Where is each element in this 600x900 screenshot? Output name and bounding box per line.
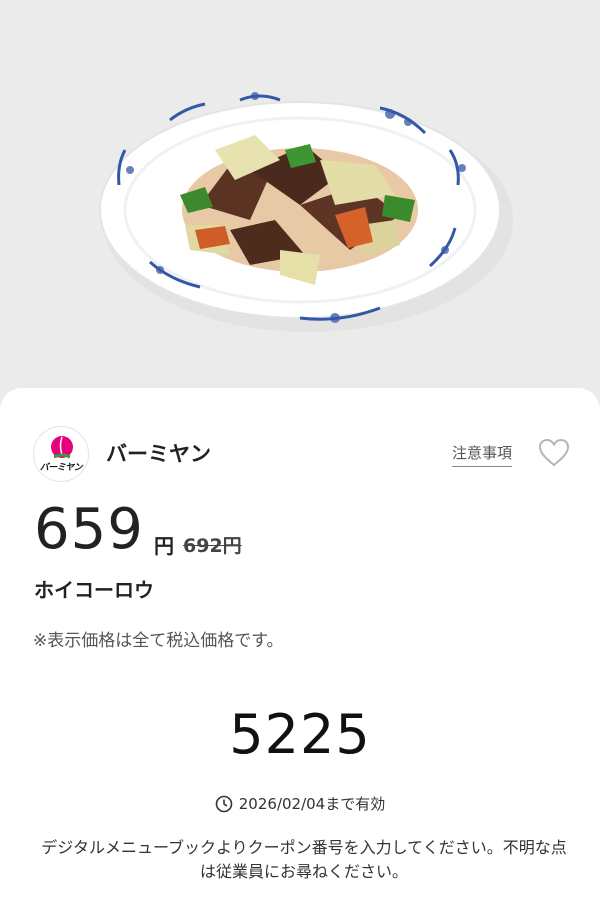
product-image bbox=[0, 0, 600, 410]
dish-photo bbox=[99, 92, 513, 332]
usage-instructions: デジタルメニューブックよりクーポン番号を入力してください。不明な点は従業員にお尋… bbox=[41, 838, 567, 881]
expiry-row: 2026/02/04まで有効 bbox=[0, 793, 600, 814]
peach-icon bbox=[51, 436, 73, 459]
tax-note: ※表示価格は全て税込価格です。 bbox=[33, 631, 284, 651]
expiry-text: 2026/02/04まで有効 bbox=[238, 795, 386, 813]
brand-logo: バーミヤン bbox=[33, 426, 89, 482]
coupon-code: 5225 bbox=[229, 703, 371, 766]
discount-price: 659 bbox=[34, 497, 144, 562]
item-name: ホイコーロウ bbox=[34, 578, 154, 602]
notes-link[interactable]: 注意事項 bbox=[452, 442, 513, 467]
clock-icon bbox=[215, 795, 233, 812]
brand-name: バーミヤン bbox=[106, 442, 211, 466]
heart-outline-icon bbox=[538, 438, 570, 467]
original-price: 692円 bbox=[183, 535, 242, 557]
logo-text: バーミヤン bbox=[39, 463, 83, 473]
favorite-button[interactable] bbox=[538, 438, 570, 468]
currency-unit: 円 bbox=[154, 534, 174, 558]
